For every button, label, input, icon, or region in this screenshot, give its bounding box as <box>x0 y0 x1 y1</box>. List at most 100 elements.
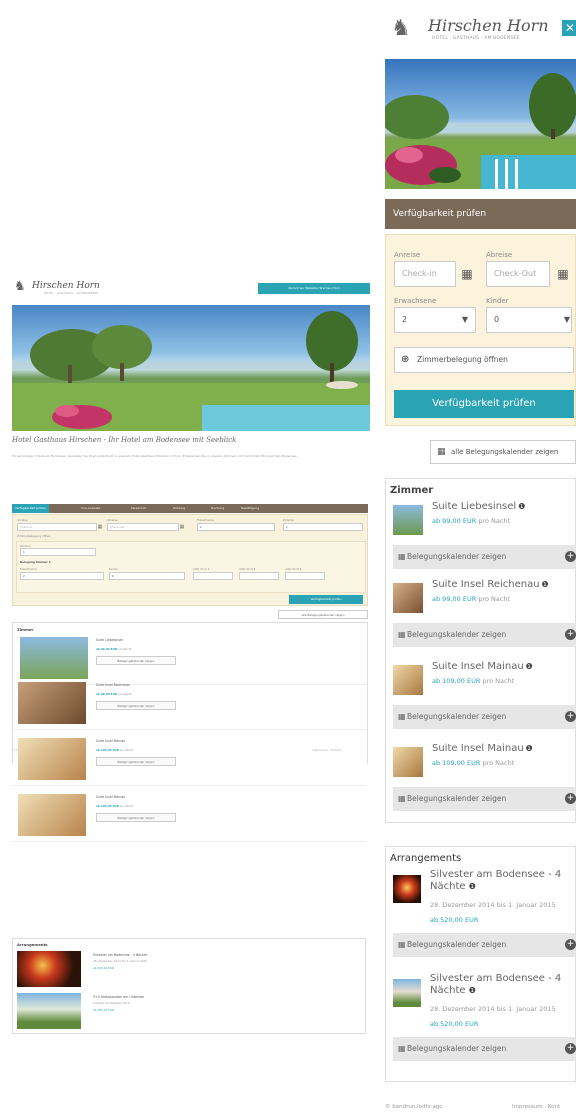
calendar-button[interactable]: ▦ Belegungskalender zeigen + <box>393 545 576 569</box>
room-price: ab 99,00 EUR pro Nacht <box>432 595 511 603</box>
check-availability-button[interactable]: Verfügbarkeit prüfen <box>394 390 574 418</box>
arrival-input[interactable]: Check-in <box>17 523 97 531</box>
tab-selection[interactable]: Ihre Auswahl <box>78 504 103 513</box>
plus-icon[interactable]: + <box>565 551 576 562</box>
children-label: Kinder <box>486 297 509 305</box>
room-name[interactable]: Suite Insel Mainau <box>96 739 125 743</box>
room-name[interactable]: Suite Insel Mainau ❶ <box>432 743 533 754</box>
arrangement-date: 28. Dezember 2014 bis 1. Januar 2015 <box>430 901 556 909</box>
arrangement-name[interactable]: 3+4 Herbstzauber am Untersee <box>93 995 144 999</box>
room-name[interactable]: Suite Insel Mainau ❶ <box>432 661 533 672</box>
room-photo <box>393 747 423 777</box>
arrangement-price: ab 520,00 EUR <box>430 1020 479 1028</box>
child1-label: Alter Kind 1 <box>193 567 210 571</box>
child3-select[interactable] <box>285 572 325 580</box>
all-calendars-button[interactable]: Alle Belegungskalender zeigen <box>278 610 368 619</box>
info-icon[interactable]: ❶ <box>526 744 533 753</box>
info-icon[interactable]: ❶ <box>469 882 476 891</box>
calendar-button[interactable]: Belegungskalender zeigen <box>96 757 176 766</box>
logo-name[interactable]: Hirschen Horn <box>428 16 549 35</box>
child1-select[interactable] <box>193 572 233 580</box>
child2-select[interactable] <box>239 572 279 580</box>
close-icon[interactable]: ✕ <box>562 20 576 36</box>
footer-links[interactable]: Impressum · Kont <box>512 1104 560 1110</box>
calendar-button[interactable]: ▦ Belegungskalender zeigen + <box>393 933 576 957</box>
calendar-icon[interactable]: ▦ <box>97 524 103 530</box>
info-icon[interactable]: ❶ <box>518 502 525 511</box>
logo-tagline: HOTEL · GASTHAUS · AM BODENSEE <box>432 36 520 41</box>
arrangement-name[interactable]: Silvester am Bodensee - 4 Nächte ❶ <box>430 973 576 997</box>
arrival-input[interactable]: Check-in <box>394 261 456 287</box>
room-price: ab 109,00 EUR pro Nacht <box>432 759 515 767</box>
garden-lake-picture <box>12 311 370 431</box>
room-name[interactable]: Suite Insel Reichenau <box>96 683 130 687</box>
room-name[interactable]: Suite Liebesinsel <box>96 638 123 642</box>
list-item: Suite Insel Mainau ab 109,00 EUR pro Nac… <box>12 790 366 842</box>
calendar-button[interactable]: Belegungskalender zeigen <box>96 656 176 665</box>
hero-image <box>385 59 576 189</box>
room-select[interactable]: 1 <box>20 548 96 556</box>
calendar-button[interactable]: Belegungskalender zeigen <box>96 813 176 822</box>
calendar-icon: ▦ <box>398 940 406 949</box>
children-select[interactable]: 0 <box>109 572 185 580</box>
adults2-select[interactable]: 2 <box>20 572 104 580</box>
info-icon[interactable]: ❶ <box>526 662 533 671</box>
tab-booking[interactable]: Buchung <box>208 504 227 513</box>
tab-payment[interactable]: Zahlung <box>170 504 188 513</box>
list-item: Suite Insel Mainau ab 109,00 EUR pro Nac… <box>12 734 366 786</box>
room-price: ab 99,00 EUR pro Nacht <box>432 517 511 525</box>
check-availability-button[interactable]: Verfügbarkeit prüfen <box>289 595 363 604</box>
plus-icon[interactable]: + <box>565 711 576 722</box>
availability-form: Anreise Check-in ▦ Abreise Check-Out ▦ E… <box>385 234 576 426</box>
arrangements-heading: Arrangements <box>17 942 48 947</box>
occupancy-toggle-button[interactable]: ⊕ Zimmerbelegung öffnen <box>394 347 574 373</box>
plus-icon[interactable]: + <box>565 1043 576 1054</box>
adults-select[interactable]: 2 <box>197 523 275 531</box>
availability-bar[interactable]: Verfügbarkeit prüfen <box>385 199 576 229</box>
arrangement-date: 28. Dezember 2014 bis 1. Januar 2015 <box>430 1005 556 1013</box>
room-name[interactable]: Suite Insel Reichenau ❶ <box>432 579 549 590</box>
logo[interactable]: ♞ Hirschen Horn HOTEL · GASTHAUS · AM BO… <box>14 279 134 299</box>
calendar-icon[interactable]: ▦ <box>179 524 185 530</box>
room-price: ab 109,00 EUR pro Nacht <box>432 677 515 685</box>
plus-icon[interactable]: + <box>565 793 576 804</box>
departure-input[interactable]: Check-Out <box>486 261 550 287</box>
child3-label: Alter Kind 3 <box>285 567 302 571</box>
calendar-button[interactable]: ▦ Belegungskalender zeigen + <box>393 623 576 647</box>
info-icon[interactable]: ❶ <box>469 986 476 995</box>
occupancy-toggle[interactable]: Zimmerbelegung öffnen <box>17 534 51 538</box>
tab-personal[interactable]: Persönlich <box>128 504 149 513</box>
calendar-icon: ▦ <box>437 447 446 457</box>
room-photo <box>393 505 423 535</box>
room-name[interactable]: Suite Insel Mainau <box>96 795 125 799</box>
fireworks-photo <box>393 875 421 903</box>
adults-label: Erwachsene <box>197 518 214 522</box>
calendar-button[interactable]: ▦ Belegungskalender zeigen + <box>393 1037 576 1061</box>
calendar-button[interactable]: ▦ Belegungskalender zeigen + <box>393 705 576 729</box>
calendar-button[interactable]: ▦ Belegungskalender zeigen + <box>393 787 576 811</box>
page-title: Hotel Gasthaus Hirschen - Ihr Hotel am B… <box>12 436 237 444</box>
room-price: ab 99,00 EUR pro Nacht <box>96 647 132 651</box>
departure-label: Abreise <box>486 251 513 259</box>
calendar-icon[interactable]: ▦ <box>556 267 570 281</box>
desktop-header: ♞ Hirschen Horn HOTEL · GASTHAUS · AM BO… <box>8 276 374 302</box>
plus-icon[interactable]: + <box>565 629 576 640</box>
rooms-select[interactable]: 1 <box>283 523 363 531</box>
arrangement-name[interactable]: Silvester am Bodensee - 4 Nächte <box>93 953 147 957</box>
tab-confirmation[interactable]: Bestätigung <box>238 504 262 513</box>
arrangement-price: ab 520,00 EUR <box>93 966 114 970</box>
rooms-label: Zimmer <box>283 518 295 522</box>
children-label: Kinder <box>109 567 119 571</box>
occupancy-panel: Zimmer 1 Belegung Zimmer 1 Erwachsene 2 … <box>16 541 366 593</box>
departure-input[interactable]: Check-out <box>107 523 179 531</box>
calendar-icon[interactable]: ▦ <box>460 267 474 281</box>
all-calendars-button[interactable]: ▦ alle Belegungskalender zeigen <box>430 440 576 464</box>
tab-availability[interactable]: Verfügbarkeit prüfen <box>12 504 50 513</box>
room-name[interactable]: Suite Liebesinsel ❶ <box>432 501 525 512</box>
plus-icon[interactable]: + <box>565 939 576 950</box>
back-to-website-button[interactable]: Zurück zur Website Hirschen Horn <box>258 283 370 294</box>
arrangement-name[interactable]: Silvester am Bodensee - 4 Nächte ❶ <box>430 869 576 893</box>
info-icon[interactable]: ❶ <box>542 580 549 589</box>
calendar-button[interactable]: Belegungskalender zeigen <box>96 701 176 710</box>
arrival-label: Anreise <box>17 518 28 522</box>
